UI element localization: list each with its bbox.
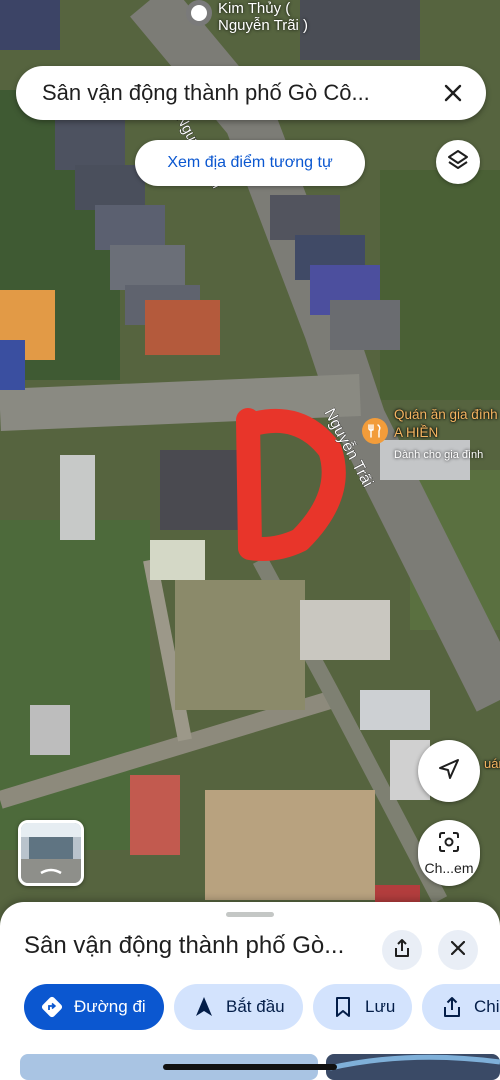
top-pin-label: Kim Thủy ( Nguyễn Trãi ) (218, 0, 309, 34)
poi-subtitle: Dành cho gia đình (394, 449, 484, 461)
house-roof (55, 120, 125, 170)
directions-label: Đường đi (74, 997, 146, 1016)
place-bottom-sheet[interactable]: Sân vận động thành phố Gò... Đường đi Bắ… (0, 902, 500, 1080)
share-label: Chia (474, 997, 500, 1016)
my-location-button[interactable] (418, 740, 480, 802)
poi-name[interactable]: Quán ăn gia đình A HIỀN (394, 406, 500, 442)
camera-lens-icon (437, 830, 461, 859)
place-title: Sân vận động thành phố Gò... (24, 932, 345, 959)
save-label: Lưu (365, 997, 396, 1016)
house-roof (150, 540, 205, 580)
action-chips: Đường đi Bắt đầu Lưu Chia (24, 984, 500, 1030)
lens-button[interactable]: Ch...em (418, 820, 480, 886)
house-roof (110, 245, 185, 290)
navigation-icon (192, 995, 216, 1019)
map-pin-icon[interactable] (186, 0, 212, 26)
search-bar[interactable]: Sân vận động thành phố Gò Cô... (16, 66, 486, 120)
house-roof (75, 165, 145, 210)
house-roof (30, 705, 70, 755)
bookmark-icon (331, 995, 355, 1019)
close-sheet-button[interactable] (438, 930, 478, 970)
restaurant-pin-icon[interactable] (362, 418, 388, 444)
house-roof (375, 885, 420, 903)
close-icon[interactable] (438, 78, 468, 108)
tree-cover (380, 170, 500, 400)
start-label: Bắt đầu (226, 997, 285, 1016)
edge-poi-label: uán (484, 756, 500, 771)
street-view-thumbnail[interactable] (18, 820, 84, 886)
search-query[interactable]: Sân vận động thành phố Gò Cô... (42, 80, 412, 106)
screen: Nguyễn Trãi Nguyễn Trãi Kim Thủy ( Nguyễ… (0, 0, 500, 1080)
empty-lot (175, 580, 305, 710)
house-roof (0, 340, 25, 390)
navigation-arrow-icon (437, 757, 461, 786)
house-roof (95, 205, 165, 250)
layers-button[interactable] (436, 140, 480, 184)
directions-icon (40, 995, 64, 1019)
house-roof (360, 690, 430, 730)
directions-button[interactable]: Đường đi (24, 984, 164, 1030)
house-roof (130, 775, 180, 855)
empty-lot (205, 790, 375, 900)
road-cross (0, 374, 361, 431)
house-roof (330, 300, 400, 350)
layers-icon (446, 148, 470, 177)
home-indicator[interactable] (163, 1064, 337, 1070)
house-roof (160, 450, 240, 530)
similar-places-button[interactable]: Xem địa điểm tương tự (135, 140, 365, 186)
share-icon (440, 995, 464, 1019)
save-button[interactable]: Lưu (313, 984, 412, 1030)
house-roof (145, 300, 220, 355)
share-chip-button[interactable]: Chia (422, 984, 500, 1030)
share-button[interactable] (382, 930, 422, 970)
lens-label: Ch...em (424, 860, 474, 876)
start-button[interactable]: Bắt đầu (174, 984, 303, 1030)
house-roof (270, 195, 340, 240)
house-roof (60, 455, 95, 540)
close-icon (450, 940, 466, 960)
share-icon (393, 938, 411, 963)
drag-handle[interactable] (226, 912, 274, 917)
house-roof (300, 600, 390, 660)
